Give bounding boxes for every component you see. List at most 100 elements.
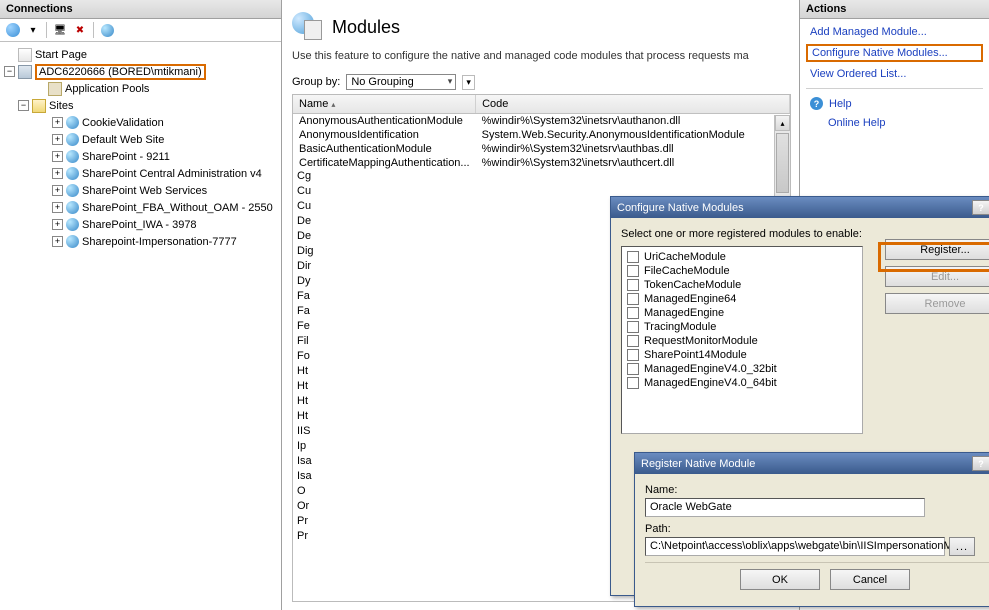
table-row[interactable]: BasicAuthenticationModule%windir%\System…: [293, 142, 790, 156]
list-item[interactable]: FileCacheModule: [625, 264, 859, 278]
collapse-icon[interactable]: −: [4, 66, 15, 77]
checkbox[interactable]: [627, 349, 639, 361]
expand-icon[interactable]: +: [52, 236, 63, 247]
configure-native-modules-link[interactable]: Configure Native Modules...: [806, 44, 983, 62]
expand-icon[interactable]: +: [52, 168, 63, 179]
table-row[interactable]: Fa: [297, 290, 325, 305]
column-header-name[interactable]: Name ▴: [293, 95, 476, 114]
table-row[interactable]: Pr: [297, 530, 325, 545]
tree-sites-node[interactable]: − Sites: [2, 97, 279, 114]
remove-button[interactable]: Remove: [885, 293, 989, 314]
connect-icon[interactable]: 🖥: [51, 21, 69, 39]
list-item[interactable]: RequestMonitorModule: [625, 334, 859, 348]
cancel-button[interactable]: Cancel: [830, 569, 910, 590]
table-row[interactable]: Ip: [297, 440, 325, 455]
table-row[interactable]: IIS: [297, 425, 325, 440]
tree-site-node[interactable]: +SharePoint Central Administration v4: [2, 165, 279, 182]
tree-site-node[interactable]: +SharePoint Web Services: [2, 182, 279, 199]
checkbox[interactable]: [627, 363, 639, 375]
tree-site-node[interactable]: +SharePoint_FBA_Without_OAM - 2550: [2, 199, 279, 216]
list-item[interactable]: ManagedEngine: [625, 306, 859, 320]
edit-button[interactable]: Edit...: [885, 266, 989, 287]
connections-tree[interactable]: Start Page − ADC6220666 (BORED\mtikmani)…: [0, 42, 281, 610]
tree-site-node[interactable]: +SharePoint_IWA - 3978: [2, 216, 279, 233]
browse-button[interactable]: ...: [949, 537, 975, 556]
tree-app-pools[interactable]: Application Pools: [2, 80, 279, 97]
list-item[interactable]: TracingModule: [625, 320, 859, 334]
table-row[interactable]: O: [297, 485, 325, 500]
expand-icon[interactable]: +: [52, 202, 63, 213]
table-row[interactable]: Pr: [297, 515, 325, 530]
remove-icon[interactable]: ✖: [71, 21, 89, 39]
table-row[interactable]: Cg: [297, 170, 325, 185]
column-header-code[interactable]: Code: [476, 95, 790, 114]
ok-button[interactable]: OK: [740, 569, 820, 590]
modules-table[interactable]: Name ▴ Code AnonymousAuthenticationModul…: [293, 95, 790, 170]
table-row[interactable]: Or: [297, 500, 325, 515]
table-row[interactable]: Fo: [297, 350, 325, 365]
checkbox[interactable]: [627, 321, 639, 333]
add-managed-module-link[interactable]: Add Managed Module...: [806, 25, 983, 39]
groupby-select[interactable]: No Grouping: [346, 74, 456, 90]
checkbox[interactable]: [627, 251, 639, 263]
table-row[interactable]: Isa: [297, 470, 325, 485]
tree-site-node[interactable]: +CookieValidation: [2, 114, 279, 131]
table-row[interactable]: Dir: [297, 260, 325, 275]
dialog-titlebar[interactable]: Register Native Module ? ✕: [635, 453, 989, 474]
checkbox[interactable]: [627, 279, 639, 291]
path-field[interactable]: C:\Netpoint\access\oblix\apps\webgate\bi…: [645, 537, 945, 556]
list-item[interactable]: UriCacheModule: [625, 250, 859, 264]
groupby-extra-icon[interactable]: ▾: [462, 75, 475, 90]
online-help-link[interactable]: Online Help: [806, 116, 983, 130]
list-item[interactable]: ManagedEngineV4.0_32bit: [625, 362, 859, 376]
tree-start-page[interactable]: Start Page: [2, 46, 279, 63]
expand-icon[interactable]: +: [52, 117, 63, 128]
table-row[interactable]: CertificateMappingAuthentication...%wind…: [293, 156, 790, 170]
scroll-up-icon[interactable]: ▴: [775, 115, 790, 131]
list-item[interactable]: SharePoint14Module: [625, 348, 859, 362]
checkbox[interactable]: [627, 293, 639, 305]
table-row[interactable]: De: [297, 215, 325, 230]
help-link[interactable]: ? Help: [806, 96, 983, 111]
table-row[interactable]: Ht: [297, 410, 325, 425]
table-row[interactable]: Ht: [297, 365, 325, 380]
checkbox[interactable]: [627, 377, 639, 389]
tree-site-node[interactable]: +SharePoint - 9211: [2, 148, 279, 165]
table-row[interactable]: AnonymousIdentificationSystem.Web.Securi…: [293, 128, 790, 142]
list-item[interactable]: TokenCacheModule: [625, 278, 859, 292]
collapse-icon[interactable]: −: [18, 100, 29, 111]
expand-icon[interactable]: +: [52, 219, 63, 230]
expand-icon[interactable]: +: [52, 134, 63, 145]
table-row[interactable]: Fe: [297, 320, 325, 335]
tree-server-node[interactable]: − ADC6220666 (BORED\mtikmani): [2, 63, 279, 80]
site-icon[interactable]: [98, 21, 116, 39]
table-row[interactable]: AnonymousAuthenticationModule%windir%\Sy…: [293, 114, 790, 129]
table-row[interactable]: Dy: [297, 275, 325, 290]
expand-icon[interactable]: +: [52, 151, 63, 162]
list-item[interactable]: ManagedEngine64: [625, 292, 859, 306]
help-icon[interactable]: ?: [972, 456, 989, 471]
table-row[interactable]: Cu: [297, 185, 325, 200]
checkbox[interactable]: [627, 335, 639, 347]
table-row[interactable]: Dig: [297, 245, 325, 260]
scrollbar-thumb[interactable]: [776, 133, 789, 193]
table-row[interactable]: De: [297, 230, 325, 245]
dialog-titlebar[interactable]: Configure Native Modules ? ✕: [611, 197, 989, 218]
list-item[interactable]: ManagedEngineV4.0_64bit: [625, 376, 859, 390]
table-row[interactable]: Ht: [297, 380, 325, 395]
expand-icon[interactable]: +: [52, 185, 63, 196]
refresh-icon[interactable]: [4, 21, 22, 39]
help-icon[interactable]: ?: [972, 200, 989, 215]
table-row[interactable]: Isa: [297, 455, 325, 470]
view-ordered-list-link[interactable]: View Ordered List...: [806, 67, 983, 81]
checkbox[interactable]: [627, 265, 639, 277]
tree-site-node[interactable]: +Sharepoint-Impersonation-7777: [2, 233, 279, 250]
native-modules-list[interactable]: UriCacheModuleFileCacheModuleTokenCacheM…: [621, 246, 863, 434]
toolbar-dropdown-icon[interactable]: ▾: [24, 21, 42, 39]
table-row[interactable]: Fil: [297, 335, 325, 350]
register-button[interactable]: Register...: [885, 239, 989, 260]
name-field[interactable]: Oracle WebGate: [645, 498, 925, 517]
checkbox[interactable]: [627, 307, 639, 319]
table-row[interactable]: Ht: [297, 395, 325, 410]
table-row[interactable]: Cu: [297, 200, 325, 215]
